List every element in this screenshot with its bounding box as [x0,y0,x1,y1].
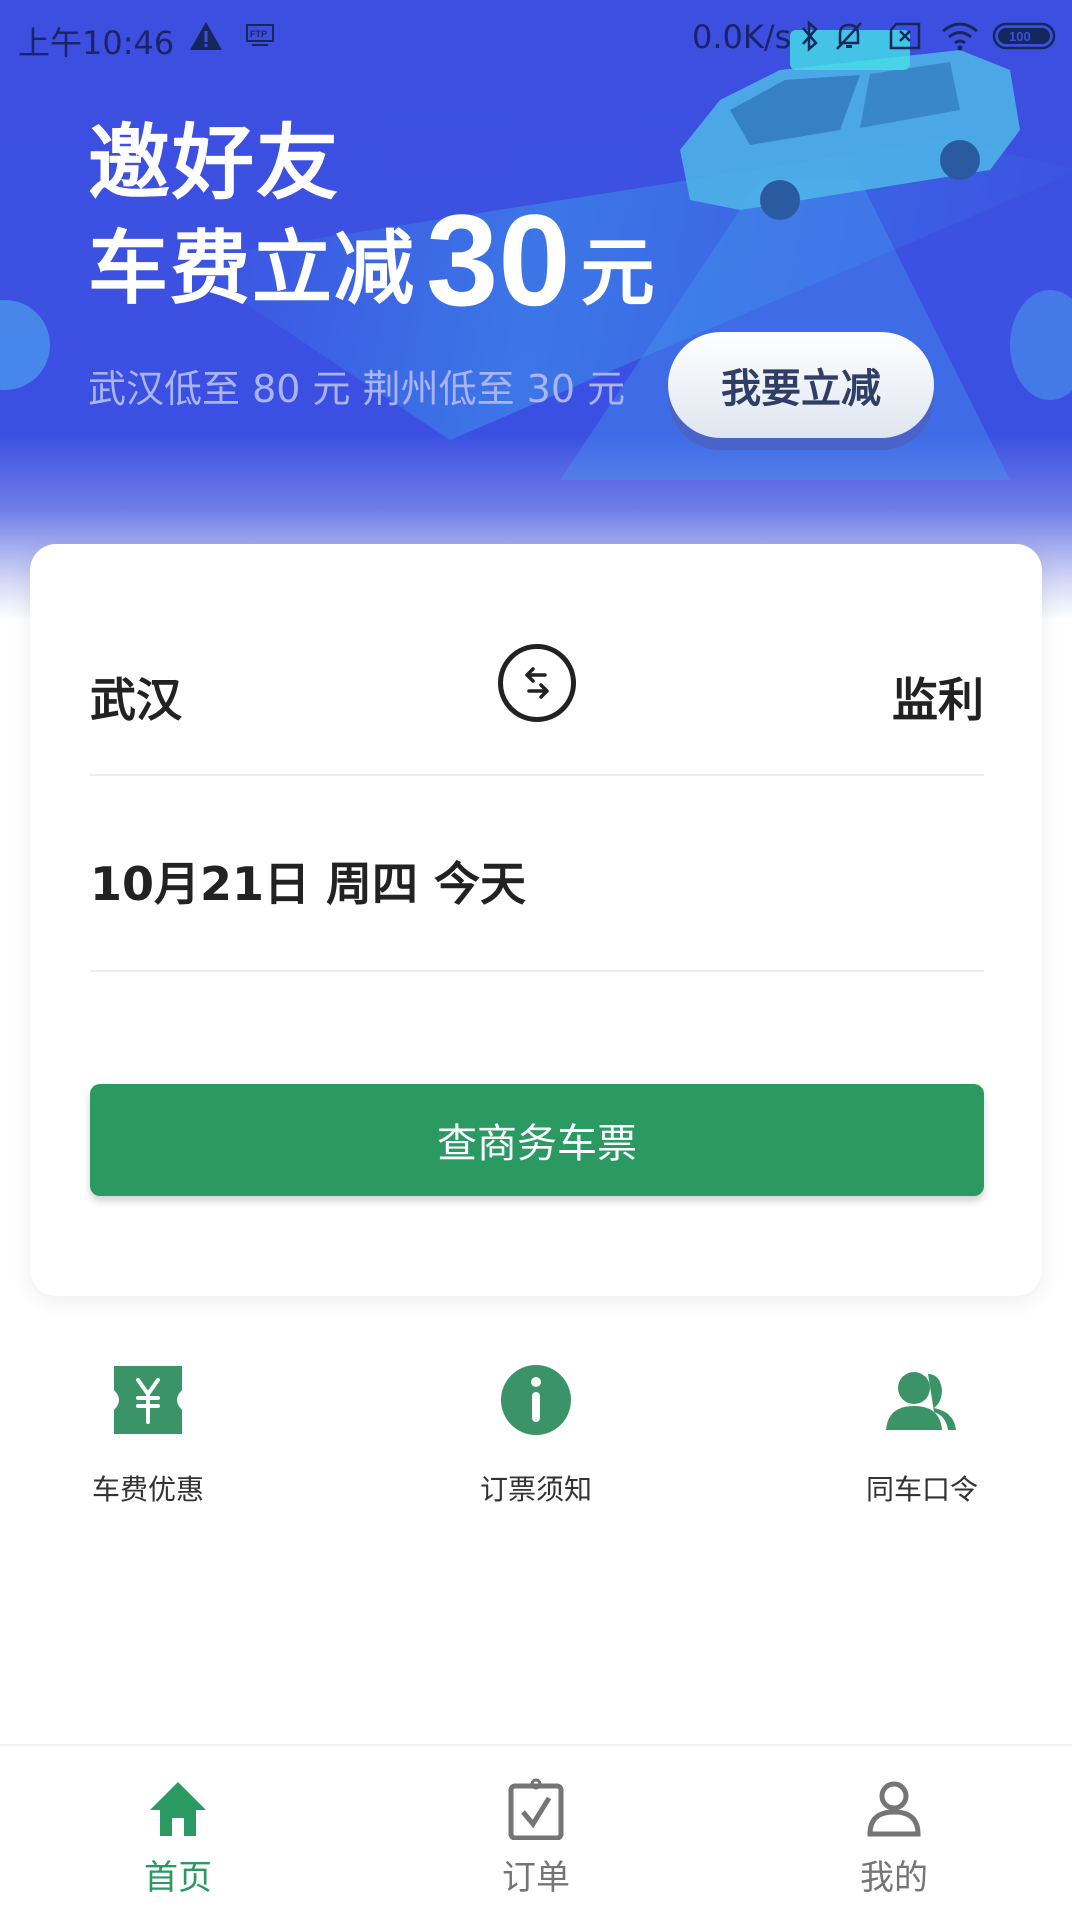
from-city[interactable]: 武汉 [90,664,182,730]
claim-discount-button[interactable]: 我要立减 [668,332,934,438]
clipboard-check-icon [501,1776,571,1842]
status-time: 上午10:46 [18,24,175,62]
swap-arrows-icon [525,667,549,699]
warning-icon [188,18,224,54]
battery-icon: 100 [992,18,1058,54]
banner-decoration [1010,290,1072,400]
nav-tab-home[interactable]: 首页 [78,1776,278,1899]
home-page: 上午10:46 FTP 0.0K/s 100 邀好友 车费立减 30 元 武汉低… [0,0,1072,1912]
bell-muted-icon [832,18,866,54]
nav-tab-orders[interactable]: 订单 [436,1776,636,1899]
ftp-icon: FTP [246,18,274,54]
promo-subtext: 武汉低至 80 元 荆州低至 30 元 [88,367,626,411]
bottom-navigation: 首页 订单 我的 [0,1744,1072,1912]
info-icon [496,1360,576,1440]
no-sim-icon [888,18,922,54]
nav-tab-label: 我的 [860,1858,928,1898]
svg-text:FTP: FTP [250,29,267,39]
bluetooth-icon [800,18,820,54]
network-speed: 0.0K/s [692,18,792,56]
route-selector: 武汉 监利 [90,624,984,744]
promo-amount: 30 [426,187,571,333]
home-icon [143,1776,213,1842]
quick-actions: 车费优惠 订票须知 同车口令 [0,1360,1072,1520]
promo-offer-prefix: 车费立减 [88,222,416,315]
divider [90,774,984,776]
promo-unit: 元 [580,230,655,316]
ticket-search-card: 武汉 监利 10月21日 周四 今天 查商务车票 [30,544,1042,1296]
quick-action-ride-code[interactable]: 同车口令 [822,1360,1022,1508]
banner-decoration [0,300,50,390]
swap-cities-button[interactable] [498,644,576,722]
svg-text:100: 100 [1009,29,1031,44]
divider [90,970,984,972]
quick-action-label: 车费优惠 [91,1473,204,1506]
status-bar: 上午10:46 FTP 0.0K/s 100 [0,0,1072,72]
group-users-icon [882,1360,962,1440]
promo-banner[interactable]: 上午10:46 FTP 0.0K/s 100 邀好友 车费立减 30 元 武汉低… [0,0,1072,620]
promo-headline: 邀好友 [88,116,341,211]
nav-tab-label: 首页 [144,1858,212,1898]
quick-action-fare-discount[interactable]: 车费优惠 [48,1360,248,1508]
quick-action-label: 同车口令 [865,1473,978,1506]
nav-tab-profile[interactable]: 我的 [794,1776,994,1899]
nav-tab-label: 订单 [502,1858,570,1898]
promo-offer: 车费立减 30 元 [88,187,655,333]
quick-action-booking-notice[interactable]: 订票须知 [436,1360,636,1508]
to-city[interactable]: 监利 [892,664,984,730]
wifi-icon [940,18,980,54]
yuan-ticket-icon [108,1360,188,1440]
quick-action-label: 订票须知 [479,1473,592,1506]
user-icon [859,1776,929,1842]
search-tickets-button[interactable]: 查商务车票 [90,1084,984,1196]
departure-date[interactable]: 10月21日 周四 今天 [90,834,984,934]
